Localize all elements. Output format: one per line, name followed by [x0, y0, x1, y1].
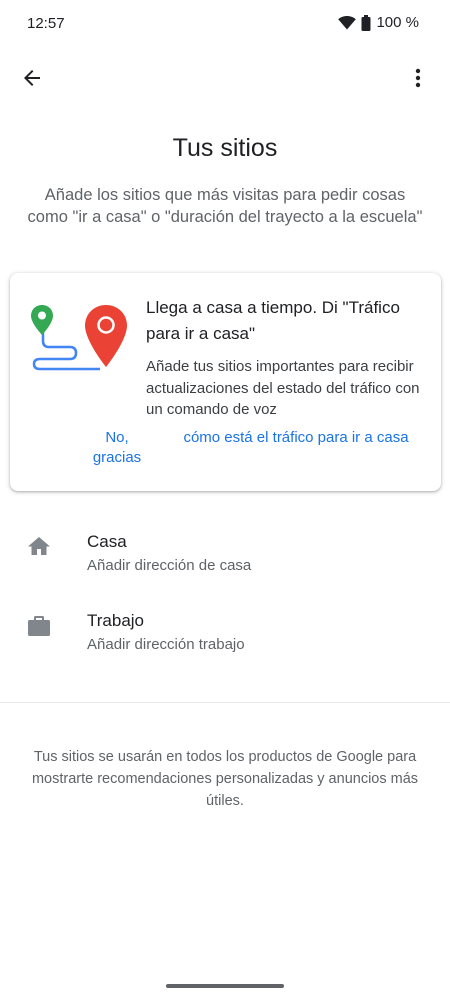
place-name: Casa: [87, 532, 127, 551]
back-button[interactable]: [12, 56, 52, 104]
place-subtitle: Añadir dirección trabajo: [87, 636, 245, 653]
place-row-work[interactable]: Trabajo Añadir dirección trabajo: [0, 611, 450, 681]
card-body: Añade tus sitios importantes para recibi…: [146, 358, 420, 418]
page-subtitle: Añade los sitios que más visitas para pe…: [27, 186, 423, 226]
battery-icon: [361, 14, 371, 31]
arrow-back-icon: [22, 68, 42, 93]
footer-note: Tus sitios se usarán en todos los produc…: [31, 749, 419, 809]
app-bar: [0, 56, 450, 104]
briefcase-icon: [27, 615, 51, 642]
gesture-nav-handle[interactable]: [166, 984, 284, 988]
more-vert-icon: [415, 68, 421, 93]
divider: [0, 702, 450, 703]
route-map-pins-icon: [28, 303, 134, 380]
check-traffic-button[interactable]: cómo está el tráfico para ir a casa: [175, 428, 417, 448]
screen: 12:57 100 % Tus sitios Añade los sitios …: [0, 0, 450, 1000]
battery-level: 100 %: [376, 14, 419, 31]
traffic-promo-card: Llega a casa a tiempo. Di "Tráfico para …: [10, 273, 441, 491]
status-time: 12:57: [27, 15, 65, 32]
more-options-button[interactable]: [398, 56, 438, 104]
place-row-home[interactable]: Casa Añadir dirección de casa: [0, 532, 450, 602]
status-bar: 12:57 100 %: [0, 0, 450, 48]
place-name: Trabajo: [87, 611, 145, 630]
wifi-icon: [338, 15, 357, 30]
home-icon: [27, 536, 51, 561]
status-right: 100 %: [338, 14, 419, 31]
dismiss-button[interactable]: No, gracias: [80, 428, 154, 468]
card-title: Llega a casa a tiempo. Di "Tráfico para …: [146, 298, 400, 343]
place-subtitle: Añadir dirección de casa: [87, 557, 252, 574]
page-title: Tus sitios: [172, 134, 278, 162]
